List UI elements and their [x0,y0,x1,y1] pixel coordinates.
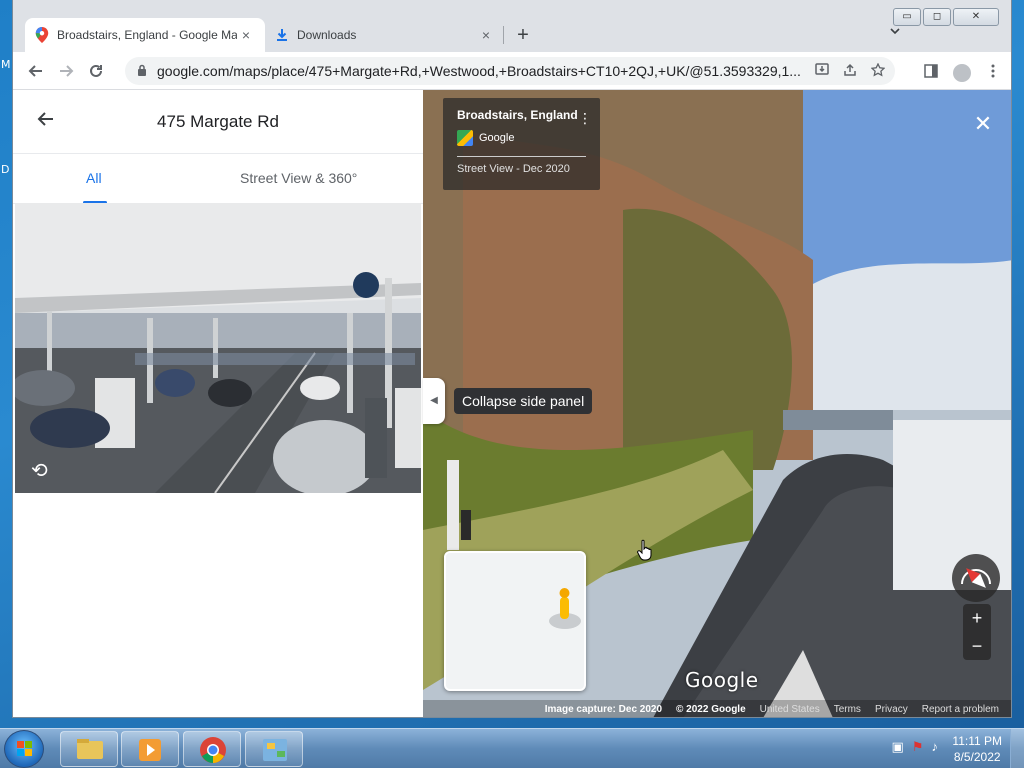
capture-date: Street View - Dec 2020 [457,163,570,175]
tab-all[interactable]: All [86,170,102,186]
taskbar-chrome[interactable] [183,731,241,767]
tab-close-icon[interactable]: × [237,27,255,43]
profile-icon[interactable] [953,63,971,82]
tab-strip: Broadstairs, England - Google Maps × Dow… [13,0,1011,52]
maps-logo-icon [457,130,473,146]
taskbar-explorer[interactable] [60,731,118,767]
lock-icon[interactable] [137,64,149,79]
gas-station-photo[interactable]: ⟲ [15,203,421,493]
reload-icon[interactable] [81,56,111,86]
url-text[interactable]: google.com/maps/place/475+Margate+Rd,+We… [157,63,807,79]
desktop-icon-label: D [1,163,10,176]
terms-link[interactable]: Terms [834,704,861,715]
side-panel: 475 Margate Rd All Street View & 360° ⟲ [13,90,423,717]
menu-icon[interactable] [981,59,1005,83]
back-arrow-icon[interactable] [37,110,61,134]
maximize-button[interactable]: ◻ [923,8,951,26]
side-panel-icon[interactable] [919,59,943,83]
copyright: © 2022 Google [676,703,746,715]
region-link[interactable]: United States [760,704,820,715]
taskbar: ▣ ⚑ ♪ 11:11 PM 8/5/2022 [0,728,1024,768]
tab-separator [503,26,504,44]
minimap[interactable] [444,551,586,691]
tab-search-icon[interactable] [885,25,905,45]
collapse-side-panel-button[interactable]: ◀ [423,378,445,424]
zoom-control: + − [963,604,991,660]
system-tray: ▣ ⚑ ♪ [892,739,938,755]
taskbar-media-player[interactable] [121,731,179,767]
clock[interactable]: 11:11 PM 8/5/2022 [952,733,1002,765]
tab-downloads[interactable]: Downloads × [265,18,505,52]
tab-title: Broadstairs, England - Google Maps [57,28,237,42]
more-options-icon[interactable]: ⋮ [578,110,592,127]
start-button[interactable] [4,730,44,768]
browser-window: Broadstairs, England - Google Maps × Dow… [12,0,1012,718]
desktop-icon-label: M [1,58,11,71]
tab-close-icon[interactable]: × [477,27,495,43]
new-tab-button[interactable]: + [511,24,535,48]
address-bar[interactable]: google.com/maps/place/475+Margate+Rd,+We… [125,57,895,85]
star-icon[interactable] [870,61,886,80]
provider-label: Google [479,132,515,144]
zoom-out-button[interactable]: − [963,632,991,660]
maps-page: 475 Margate Rd All Street View & 360° ⟲ … [13,90,1011,717]
compass-icon[interactable] [952,554,1000,602]
zoom-in-button[interactable]: + [963,604,991,632]
share-icon[interactable] [843,63,857,80]
google-watermark: Google [685,668,759,692]
collapse-tooltip: Collapse side panel [454,388,593,414]
taskbar-control-panel[interactable] [245,731,303,767]
report-problem-link[interactable]: Report a problem [922,704,999,715]
street-view-footer: Image capture: Dec 2020 © 2022 Google Un… [423,700,1011,717]
place-name: Broadstairs, England [457,108,578,122]
close-window-button[interactable]: ✕ [953,8,999,26]
street-view-info-card: Broadstairs, England Google Street View … [443,98,600,190]
show-desktop-button[interactable] [1010,729,1024,768]
back-arrow-icon[interactable] [21,56,51,86]
tab-google-maps[interactable]: Broadstairs, England - Google Maps × [25,18,265,52]
close-street-view-icon[interactable]: ✕ [969,110,997,138]
image-capture-date: Image capture: Dec 2020 [544,703,663,715]
place-title: 475 Margate Rd [157,111,279,131]
tab-title: Downloads [297,28,357,42]
action-center-icon[interactable]: ⚑ [912,739,924,755]
rotate-360-icon[interactable]: ⟲ [31,458,48,483]
network-icon[interactable]: ▣ [892,739,904,755]
tab-street-view[interactable]: Street View & 360° [240,170,357,186]
minimize-button[interactable]: ▭ [893,8,921,26]
clock-time: 11:11 PM [952,734,1002,748]
side-panel-header: 475 Margate Rd [13,90,423,154]
maps-favicon [35,27,49,43]
divider [457,156,586,157]
clock-date: 8/5/2022 [953,750,1001,764]
privacy-link[interactable]: Privacy [875,704,908,715]
browser-toolbar: google.com/maps/place/475+Margate+Rd,+We… [13,52,1011,90]
hand-cursor-icon [637,539,652,561]
window-controls: ▭ ◻ ✕ [893,8,999,26]
download-icon [277,29,287,41]
photo-tabs: All Street View & 360° [13,154,423,204]
volume-icon[interactable]: ♪ [932,739,939,755]
forward-arrow-icon[interactable] [51,56,81,86]
pegman-icon[interactable] [548,587,582,631]
install-icon[interactable] [815,62,829,80]
